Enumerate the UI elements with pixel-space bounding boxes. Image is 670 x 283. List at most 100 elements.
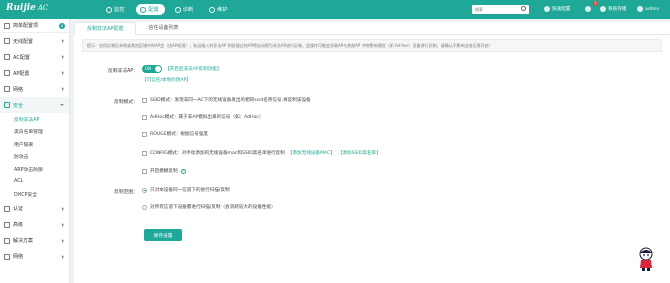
nav-maintain-label: 维护 (217, 7, 228, 13)
save-button[interactable]: 保存设置 (144, 229, 182, 241)
fuzzy-mode-checkbox[interactable] (142, 168, 147, 174)
chevron-right-icon (62, 87, 64, 91)
rouge-mode-checkbox[interactable] (142, 131, 147, 137)
sidebar-sub-isolation[interactable]: 用户隔离 (0, 138, 69, 151)
enable-label: 反制非法AP： (107, 69, 138, 74)
sidebar-item-advanced[interactable]: 高级 (0, 217, 69, 233)
top-bar: RuijieAC 监控 配置 诊断 维护 快速配置 1 系统存储 admin (0, 0, 670, 19)
monitor-icon (106, 6, 112, 13)
network-icon (4, 86, 10, 92)
all-channels-text: 对所有信道下设备都进行扫描/反制（会消耗较大的设备性能） (150, 205, 276, 210)
main-panel: 反制非法AP配置 信任设备列表 提示：启用反制后本地或其他区域中的AP会（由AP… (74, 22, 670, 283)
sidebar-sub-acl[interactable]: ACL (0, 176, 69, 189)
nav-maintain[interactable]: 维护 (205, 4, 233, 15)
all-channels-radio[interactable] (142, 204, 147, 210)
sidebar-item-network2[interactable]: 网络 (0, 249, 69, 265)
toggle-note-link[interactable]: 【开启后非法AP反制功能】 (165, 66, 221, 72)
enable-toggle[interactable]: ON (142, 65, 162, 73)
config-mode-text: CONFIG模式：对手动添加的无线设备mac和SSID黑名单进行反制 (150, 151, 285, 156)
chevron-right-icon (62, 238, 64, 243)
user-icon (637, 6, 643, 12)
system-ops-button[interactable]: 系统存储 (600, 6, 626, 12)
sidebar-sub-rogue-ap[interactable]: 反制非法AP (0, 113, 69, 126)
config-mode-checkbox[interactable] (142, 150, 147, 156)
tab-rogue-ap-config[interactable]: 反制非法AP配置 (74, 22, 137, 35)
tab-trusted-devices[interactable]: 信任设备列表 (136, 22, 190, 35)
add-ssid-link[interactable]: 【添加SSID黑名单】 (338, 150, 381, 156)
notification-button[interactable] (585, 6, 591, 12)
user-menu[interactable]: admin (637, 6, 659, 12)
sidebar-item-label: 认证 (13, 206, 24, 212)
sidebar-item-label: 安全 (13, 102, 24, 109)
trusted-ap-row: 【可信任/本地的伪AP】 (142, 77, 191, 83)
shield-icon (4, 102, 10, 108)
notification-badge: 1 (593, 1, 598, 6)
chevron-right-icon (62, 254, 64, 259)
fuzzy-mode-text: 开启模糊反制 (150, 169, 178, 174)
ac-icon (4, 54, 10, 60)
chevron-right-icon (62, 222, 64, 227)
maintain-icon (209, 6, 216, 13)
sidebar-head-label: 简单配置项 (13, 23, 39, 29)
notice-banner: 提示：启用反制后本地或其他区域中的AP会（由AP检测），私自接入的非法AP 和处… (82, 39, 662, 52)
help-icon[interactable]: ? (180, 168, 186, 174)
toggle-knob (155, 66, 161, 72)
sidebar-item-label: 网络 (13, 254, 24, 260)
sidebar-item-auth[interactable]: 认证 (0, 201, 69, 217)
user-name: admin (645, 6, 660, 12)
nav-monitor[interactable]: 监控 (102, 4, 130, 15)
bell-icon (585, 6, 591, 12)
system-ops-label: 系统存储 (608, 7, 627, 12)
rouge-mode-text: ROUGE模式：根据信号强度 (150, 132, 208, 137)
range-all-channels[interactable]: 对所有信道下设备都进行扫描/反制（会消耗较大的设备性能） (142, 204, 276, 210)
quick-config-button[interactable]: 快速配置 (544, 6, 570, 12)
main-nav: 监控 配置 诊断 维护 (102, 4, 234, 15)
sidebar-head-count: 0 (59, 23, 65, 29)
network-icon (4, 253, 10, 260)
ruijie-logo[interactable]: Ruijie AC (6, 3, 48, 13)
toggle-text: ON (145, 66, 152, 72)
nav-config-label: 配置 (148, 7, 159, 13)
ap-icon (4, 70, 10, 76)
sidebar-sub-arp[interactable]: ARP攻击防御 (0, 163, 69, 176)
solution-icon (4, 237, 10, 244)
add-mac-link[interactable]: 【添加无线设备MAC】 (288, 150, 335, 156)
mode-config[interactable]: CONFIG模式：对手动添加的无线设备mac和SSID黑名单进行反制 【添加无线设… (142, 150, 381, 156)
chevron-right-icon (62, 39, 64, 43)
sidebar-item-wireless[interactable]: 无线配置 (0, 33, 69, 49)
nav-diagnose-label: 诊断 (182, 7, 194, 13)
chevron-right-icon (62, 55, 64, 59)
mode-label: 反制模式： (114, 100, 138, 105)
sidebar-item-ac[interactable]: AC配置 (0, 49, 69, 65)
range-same-channel[interactable]: 只对本设备同一信道下的进行扫描/反制 (142, 187, 230, 193)
chevron-down-icon (60, 104, 64, 106)
sidebar-item-ap[interactable]: AP配置 (0, 65, 69, 81)
sidebar-item-security[interactable]: 安全 (0, 97, 69, 113)
search-icon[interactable] (521, 6, 526, 11)
sidebar-simple-config[interactable]: 简单配置项 0 (0, 19, 69, 33)
sidebar-item-label: 解决方案 (13, 238, 34, 244)
sidebar-sub-anti-attack[interactable]: 防攻击 (0, 151, 69, 164)
nav-config[interactable]: 配置 (136, 4, 165, 15)
trusted-ap-link[interactable]: 【可信任/本地的伪AP】 (142, 77, 191, 83)
sidebar: 简单配置项 0 无线配置 AC配置 AP配置 网络 安全 反制非法AP 黑白名单… (0, 19, 70, 283)
same-channel-radio[interactable] (142, 187, 147, 193)
sidebar-sub-dhcp[interactable]: DHCP安全 (0, 188, 69, 201)
mode-adhoc[interactable]: AdHoc模式：属于非AP模拟出来的信号（如：AdHoc） (142, 114, 264, 120)
adhoc-mode-checkbox[interactable] (142, 114, 147, 120)
sidebar-item-solution[interactable]: 解决方案 (0, 233, 69, 249)
mode-rouge[interactable]: ROUGE模式：根据信号强度 (142, 131, 208, 137)
sidebar-item-label: AP配置 (13, 70, 30, 77)
sidebar-item-network[interactable]: 网络 (0, 81, 69, 97)
chevron-right-icon (62, 206, 64, 211)
wifi-icon (4, 38, 10, 44)
mascot-icon[interactable] (637, 247, 655, 271)
mode-fuzzy[interactable]: 开启模糊反制? (142, 168, 186, 174)
tab-bar: 反制非法AP配置 信任设备列表 (74, 22, 670, 35)
sidebar-item-label: 无线配置 (13, 38, 34, 45)
nav-diagnose[interactable]: 诊断 (171, 4, 199, 15)
sidebar-sub-blacklist[interactable]: 黑白名单管理 (0, 126, 69, 139)
mode-ssid[interactable]: SSID模式：发现非同一AC下的无线设备发出的相同ssid名称信号,将反制该设备 (142, 97, 311, 103)
ssid-mode-checkbox[interactable] (142, 97, 147, 103)
range-label: 反制范围： (114, 190, 138, 195)
